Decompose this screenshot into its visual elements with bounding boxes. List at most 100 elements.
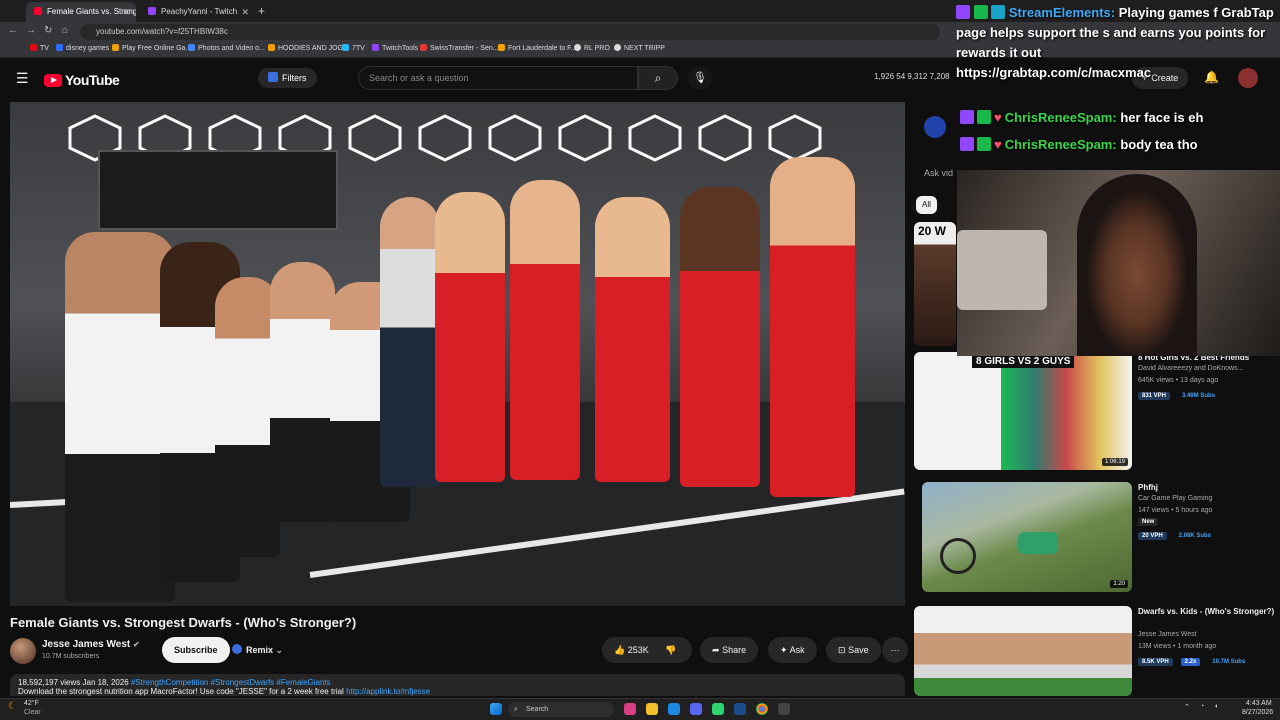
- bookmark-item[interactable]: disney games: [56, 44, 109, 52]
- subs-badge: 3.49M Subs: [1181, 393, 1215, 399]
- description-text: Download the strongest nutrition app Mac…: [18, 687, 344, 696]
- search-input[interactable]: Search or ask a question: [358, 66, 638, 90]
- edge-icon[interactable]: [668, 703, 680, 715]
- bookmark-item[interactable]: RL PRO: [574, 44, 610, 52]
- url-input[interactable]: youtube.com/watch?v=f25THBIW38c: [80, 24, 940, 40]
- taskbar-app-icon[interactable]: [778, 703, 790, 715]
- video-thumbnail[interactable]: 8 GIRLS VS 2 GUYS 1:06:19: [914, 352, 1132, 470]
- more-actions-button[interactable]: ⋯: [882, 637, 908, 663]
- person: [770, 157, 855, 497]
- bookmark-item[interactable]: Play Free Online Ga...: [112, 44, 191, 52]
- filters-label: Filters: [282, 73, 307, 83]
- tray-chevron-icon[interactable]: ⌃: [1184, 703, 1190, 711]
- search-icon: ⌕: [654, 71, 662, 85]
- discord-icon[interactable]: [690, 703, 702, 715]
- ask-avatar-icon: [924, 116, 946, 138]
- chip-all[interactable]: All: [916, 196, 937, 214]
- youtube-play-icon: [44, 74, 62, 87]
- bookmark-item[interactable]: SwissTransfer - Sen...: [420, 44, 499, 52]
- new-tab-button[interactable]: +: [258, 2, 265, 20]
- description-link[interactable]: http://applink.to/mfjesse: [346, 687, 430, 696]
- tab-twitch[interactable]: PeachyYanni - Twitch ✕: [140, 2, 255, 22]
- close-icon[interactable]: ✕: [122, 2, 130, 22]
- person: [510, 180, 580, 480]
- duration-badge: 1:06:19: [1101, 458, 1128, 466]
- taskbar-search[interactable]: ⌕ Search: [508, 702, 614, 717]
- description-box[interactable]: 18,592,197 views Jan 18, 2026 #StrengthC…: [10, 674, 905, 696]
- bot-badge-icon: [991, 5, 1006, 19]
- back-icon[interactable]: ←: [8, 25, 18, 36]
- like-button[interactable]: 👍 253K: [614, 645, 649, 655]
- recommendation-channel[interactable]: Car Game Play Gaming: [1138, 495, 1212, 502]
- search-icon: ⌕: [514, 706, 518, 713]
- chat-text: her face is eh: [1120, 110, 1204, 125]
- bookmark-item[interactable]: TV: [30, 44, 49, 52]
- recommendation-channel[interactable]: David Alvareeezy and DoKnows...: [1138, 365, 1243, 372]
- subscribe-button[interactable]: Subscribe: [162, 637, 230, 663]
- youtube-logo[interactable]: YouTube: [44, 72, 120, 88]
- voice-search-button[interactable]: 🎙: [688, 66, 712, 90]
- bookmark-item[interactable]: NEXT TRIPP: [614, 44, 665, 52]
- video-player[interactable]: [10, 102, 905, 606]
- save-label: Save: [848, 645, 869, 655]
- recommendation-title[interactable]: Dwarfs vs. Kids - (Who's Stronger?): [1138, 606, 1278, 617]
- clock-time[interactable]: 4:43 AM: [1246, 700, 1272, 707]
- video-owner-row: Jesse James West ✔ 10.7M subscribers Sub…: [10, 636, 910, 666]
- close-icon[interactable]: ✕: [241, 2, 249, 22]
- windows-start-icon[interactable]: [490, 703, 502, 715]
- ratio-badge: 2.2x: [1180, 658, 1201, 666]
- ask-input[interactable]: Ask vid: [924, 168, 953, 178]
- person: [380, 197, 440, 487]
- volume-icon[interactable]: ◖: [1214, 703, 1218, 710]
- recommendation-title[interactable]: Phfhj: [1138, 482, 1278, 493]
- channel-name[interactable]: Jesse James West ✔: [42, 639, 140, 650]
- bookmark-item[interactable]: TwitchTools: [372, 44, 418, 52]
- bookmark-item[interactable]: Fort Lauderdale to F...: [498, 44, 576, 52]
- bookmark-label: TV: [40, 45, 49, 52]
- save-button[interactable]: ⊡ Save: [826, 637, 881, 663]
- recommendation-meta: 147 views • 5 hours ago: [1138, 507, 1213, 514]
- taskbar-app-icon[interactable]: [624, 703, 636, 715]
- recommendation-item[interactable]: 1:20 Phfhj Car Game Play Gaming 147 view…: [914, 482, 1276, 604]
- streamer-webcam: [957, 170, 1280, 356]
- search-button[interactable]: ⌕: [638, 66, 678, 90]
- views-date: 18,592,197 views Jan 18, 2026: [18, 678, 129, 687]
- filters-button[interactable]: Filters: [258, 68, 317, 88]
- taskbar-search-label: Search: [526, 706, 549, 713]
- moderator-badge-icon: [977, 137, 991, 151]
- steam-icon[interactable]: [734, 703, 746, 715]
- bookmark-item[interactable]: Photos and Video o...: [188, 44, 265, 52]
- recommendation-item[interactable]: Dwarfs vs. Kids - (Who's Stronger?) Jess…: [914, 606, 1276, 696]
- reload-icon[interactable]: ↻: [44, 25, 52, 36]
- menu-icon[interactable]: ☰: [16, 70, 29, 87]
- chat-text: body tea tho: [1120, 137, 1198, 152]
- ask-button[interactable]: ✦ Ask: [768, 637, 817, 663]
- bookmark-item[interactable]: 7TV: [342, 44, 365, 52]
- share-button[interactable]: ➦ Share: [700, 637, 759, 663]
- remix-button[interactable]: Remix ⌄: [232, 641, 283, 659]
- chrome-icon[interactable]: [756, 703, 768, 715]
- forward-icon[interactable]: →: [26, 25, 36, 36]
- home-icon[interactable]: ⌂: [62, 25, 68, 36]
- taskbar: ☾ 42°F Clear ⌕ Search ⌃ ◔ ◖ 4:43 AM 8/27/…: [0, 698, 1280, 720]
- video-thumbnail[interactable]: [914, 606, 1132, 696]
- tab-youtube[interactable]: Female Giants vs. Strongest Dw ✕: [26, 2, 136, 22]
- file-explorer-icon[interactable]: [646, 703, 658, 715]
- dislike-button[interactable]: 👎: [665, 645, 676, 655]
- chat-username: StreamElements:: [1008, 5, 1116, 20]
- car-image: [1018, 532, 1058, 554]
- clock-date[interactable]: 8/27/2026: [1242, 709, 1273, 716]
- channel-avatar[interactable]: [10, 638, 36, 664]
- bookmark-item[interactable]: HOODIES AND JOG...: [268, 44, 349, 52]
- wifi-icon[interactable]: ◔: [1200, 703, 1204, 710]
- recommendation-meta: 645K views • 13 days ago: [1138, 377, 1219, 384]
- twitch-favicon-icon: [148, 7, 156, 15]
- extension-stats: 1,926 54 9,312 7,208: [874, 72, 950, 81]
- partial-thumbnail[interactable]: 20 W: [914, 222, 956, 346]
- recommendation-item[interactable]: 8 GIRLS VS 2 GUYS 1:06:19 8 Hot Girls vs…: [914, 352, 1276, 474]
- hashtags[interactable]: #StrengthCompetition #StrongestDwarfs #F…: [131, 678, 331, 687]
- bookmark-label: disney games: [66, 45, 110, 52]
- taskbar-app-icon[interactable]: [712, 703, 724, 715]
- recommendation-channel[interactable]: Jesse James West: [1138, 631, 1197, 638]
- video-thumbnail[interactable]: 1:20: [922, 482, 1132, 592]
